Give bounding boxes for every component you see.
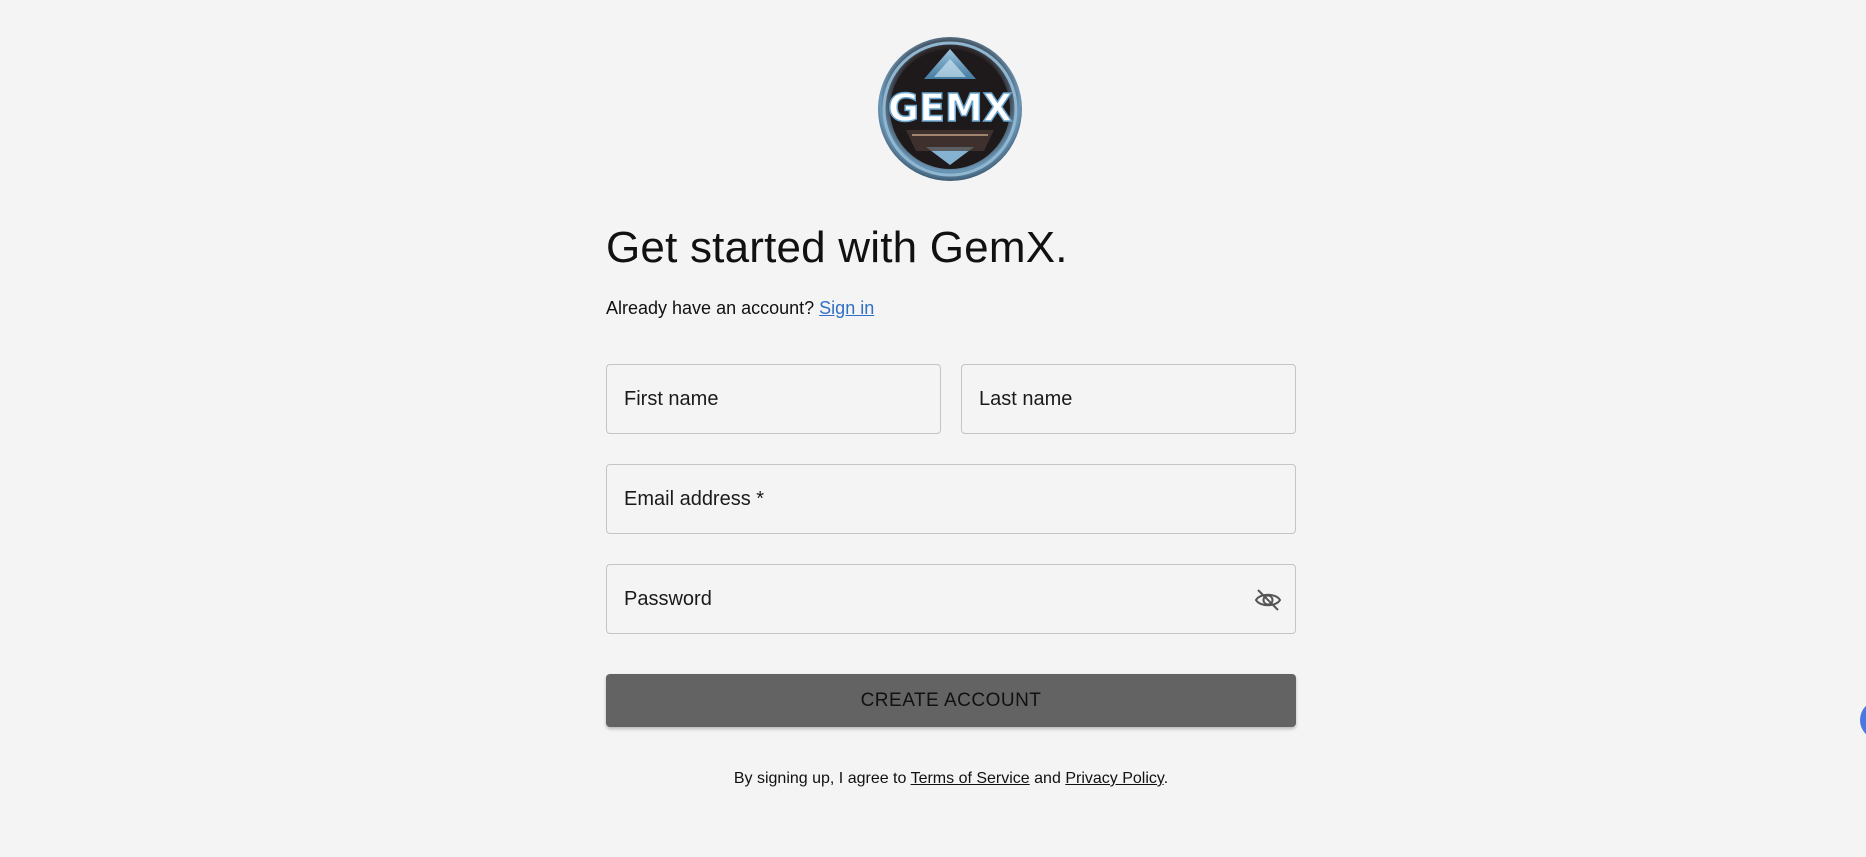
svg-text:GEMX: GEMX (888, 86, 1012, 130)
email-field-box (606, 464, 1296, 534)
last-name-input[interactable] (962, 365, 1295, 433)
signin-prompt-text: Already have an account? (606, 298, 815, 318)
legal-notice: By signing up, I agree to Terms of Servi… (606, 768, 1296, 790)
first-name-input[interactable] (607, 365, 940, 433)
terms-of-service-link[interactable]: Terms of Service (911, 770, 1030, 787)
first-name-field-box (606, 364, 941, 434)
legal-and: and (1034, 770, 1061, 787)
email-input[interactable] (607, 465, 1295, 533)
signup-page: GEMX Get started with GemX. Already have… (0, 0, 1866, 857)
signin-prompt-row: Already have an account? Sign in (606, 296, 874, 320)
privacy-policy-link[interactable]: Privacy Policy (1065, 770, 1163, 787)
password-field-box (606, 564, 1296, 634)
gemx-logo: GEMX (876, 35, 1024, 183)
legal-prefix: By signing up, I agree to (733, 770, 907, 787)
page-title: Get started with GemX. (606, 223, 1068, 272)
password-input[interactable] (607, 565, 1295, 633)
sign-in-link[interactable]: Sign in (819, 298, 874, 318)
chat-widget-button[interactable] (1860, 700, 1866, 740)
create-account-button[interactable]: CREATE ACCOUNT (606, 674, 1296, 727)
eye-off-icon[interactable] (1253, 585, 1283, 615)
last-name-field-box (961, 364, 1296, 434)
legal-suffix: . (1163, 770, 1169, 787)
